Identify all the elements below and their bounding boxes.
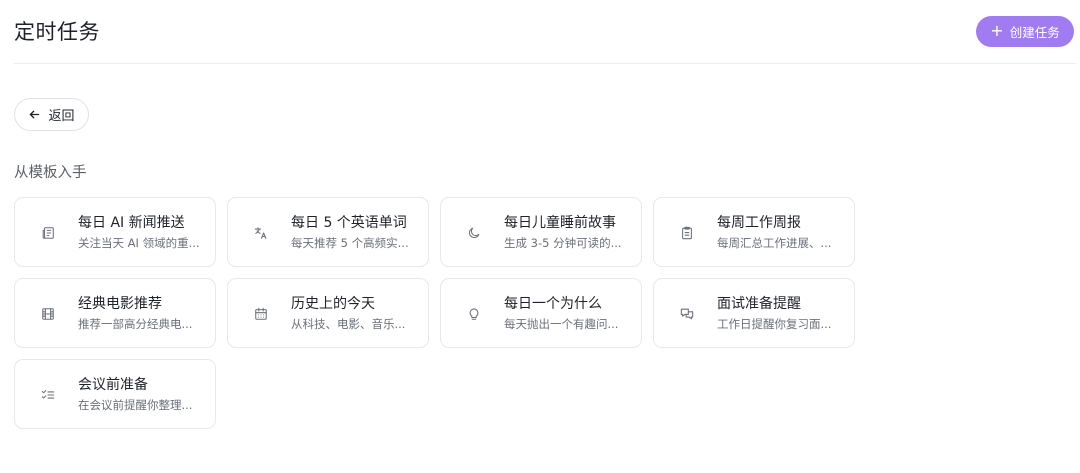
template-card-english-words[interactable]: 每日 5 个英语单词 每天推荐 5 个高频实... (227, 197, 429, 267)
moon-icon (467, 226, 481, 240)
create-task-button[interactable]: + 创建任务 (976, 16, 1074, 47)
template-card-meeting-prep[interactable]: 会议前准备 在会议前提醒你整理... (14, 359, 216, 429)
card-desc: 每周汇总工作进展、... (717, 236, 832, 250)
section-title: 从模板入手 (14, 165, 87, 181)
card-title: 每日 AI 新闻推送 (78, 215, 185, 231)
back-label: 返回 (48, 109, 75, 124)
card-title: 经典电影推荐 (78, 296, 162, 312)
card-title: 会议前准备 (78, 377, 148, 393)
template-card-classic-movie[interactable]: 经典电影推荐 推荐一部高分经典电... (14, 278, 216, 348)
template-card-interview-prep[interactable]: 面试准备提醒 工作日提醒你复习面... (653, 278, 855, 348)
page: 定时任务 + 创建任务 返回 从模板入手 每日 AI 新闻推送 关注当天 AI … (0, 0, 1080, 473)
page-title: 定时任务 (14, 20, 100, 44)
card-desc: 工作日提醒你复习面... (717, 317, 832, 331)
card-title: 每日一个为什么 (504, 296, 602, 312)
card-desc: 从科技、电影、音乐... (291, 317, 406, 331)
newspaper-icon (41, 226, 55, 240)
card-title: 每日 5 个英语单词 (291, 215, 407, 231)
checklist-icon (41, 388, 55, 402)
calendar-icon (254, 307, 268, 321)
card-desc: 每天抛出一个有趣问... (504, 317, 619, 331)
plus-icon: + (990, 20, 1004, 40)
card-desc: 每天推荐 5 个高频实... (291, 236, 409, 250)
film-icon (41, 307, 55, 321)
template-grid: 每日 AI 新闻推送 关注当天 AI 领域的重... 每日 5 个英语单词 每天… (14, 197, 855, 429)
template-card-history-today[interactable]: 历史上的今天 从科技、电影、音乐... (227, 278, 429, 348)
card-desc: 生成 3-5 分钟可读的... (504, 236, 622, 250)
card-title: 每周工作周报 (717, 215, 801, 231)
clipboard-icon (680, 226, 694, 240)
arrow-left-icon (28, 108, 41, 121)
chat-bubbles-icon (680, 307, 694, 321)
card-title: 历史上的今天 (291, 296, 375, 312)
card-desc: 关注当天 AI 领域的重... (78, 236, 200, 250)
template-card-bedtime-story[interactable]: 每日儿童睡前故事 生成 3-5 分钟可读的... (440, 197, 642, 267)
card-desc: 在会议前提醒你整理... (78, 398, 193, 412)
translate-icon (254, 226, 268, 240)
back-button[interactable]: 返回 (14, 98, 89, 131)
card-title: 每日儿童睡前故事 (504, 215, 616, 231)
card-title: 面试准备提醒 (717, 296, 801, 312)
card-desc: 推荐一部高分经典电... (78, 317, 193, 331)
create-task-label: 创建任务 (1009, 25, 1060, 40)
template-card-ai-news[interactable]: 每日 AI 新闻推送 关注当天 AI 领域的重... (14, 197, 216, 267)
template-card-daily-why[interactable]: 每日一个为什么 每天抛出一个有趣问... (440, 278, 642, 348)
header: 定时任务 + 创建任务 (14, 0, 1076, 64)
template-card-weekly-report[interactable]: 每周工作周报 每周汇总工作进展、... (653, 197, 855, 267)
lightbulb-icon (467, 307, 481, 321)
